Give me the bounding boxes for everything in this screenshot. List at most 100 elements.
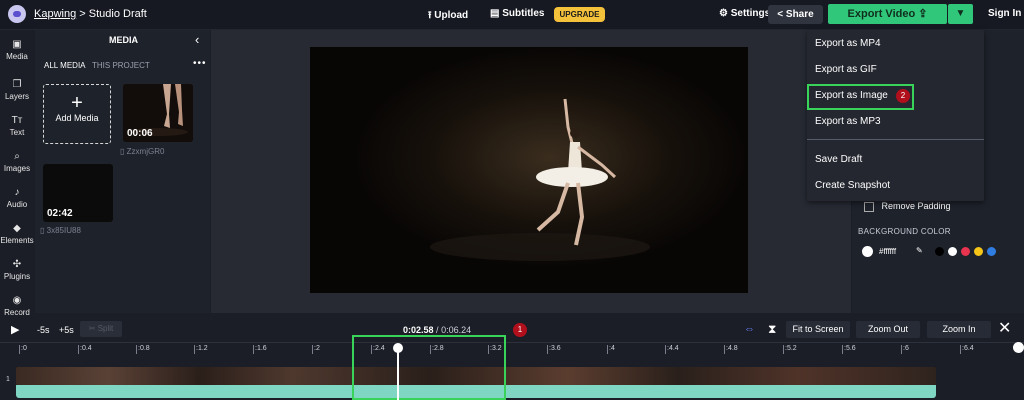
- tick-label: :6.4: [960, 345, 974, 354]
- menu-export-mp4[interactable]: Export as MP4: [815, 38, 881, 49]
- export-upload-icon: ⇪: [918, 8, 928, 20]
- nav-audio-label: Audio: [6, 200, 28, 209]
- project-name[interactable]: Studio Draft: [89, 8, 147, 20]
- record-icon: ◉: [12, 295, 22, 306]
- swatch-blue[interactable]: [987, 247, 996, 256]
- split-button[interactable]: ✂ Split: [80, 321, 122, 337]
- menu-save-draft[interactable]: Save Draft: [815, 154, 862, 165]
- left-nav: ▣ Media ❐ Layers Tт Text ⌕ Images ♪ Audi…: [0, 30, 34, 317]
- share-label: Share: [785, 9, 814, 20]
- media-panel: MEDIA ‹ ALL MEDIA THIS PROJECT ••• + Add…: [35, 30, 210, 313]
- swatch-black[interactable]: [935, 247, 944, 256]
- upload-button[interactable]: ⭱ Upload: [428, 8, 468, 25]
- current-color-swatch[interactable]: [862, 246, 873, 257]
- nav-audio[interactable]: ♪ Audio: [0, 187, 34, 209]
- sign-in-link[interactable]: Sign In: [988, 8, 1021, 19]
- split-label: Split: [97, 324, 114, 333]
- media-thumbnail[interactable]: 00:06: [123, 84, 193, 142]
- brand-link[interactable]: Kapwing: [34, 8, 76, 20]
- nav-images[interactable]: ⌕ Images: [0, 151, 34, 173]
- back-5s-button[interactable]: -5s: [37, 325, 50, 335]
- media-duration: 02:42: [47, 208, 73, 219]
- remove-padding-checkbox[interactable]: Remove Padding: [864, 201, 951, 212]
- tick-label: :2: [312, 345, 320, 354]
- upload-label: Upload: [434, 10, 469, 21]
- video-preview[interactable]: [310, 47, 748, 293]
- menu-export-mp3[interactable]: Export as MP3: [815, 116, 881, 127]
- export-dropdown-menu: Export as MP4 Export as GIF Export as Im…: [807, 30, 984, 201]
- nav-elements-label: Elements: [0, 236, 34, 245]
- collapse-panel-chevron-left-icon[interactable]: ‹: [195, 32, 199, 47]
- swatch-white[interactable]: [948, 247, 957, 256]
- add-media-button[interactable]: + Add Media: [43, 84, 111, 144]
- swatch-yellow[interactable]: [974, 247, 983, 256]
- snap-icon[interactable]: ⇔: [744, 323, 755, 335]
- subtitles-button[interactable]: ▤ Subtitles: [490, 8, 544, 19]
- file-icon: ▯: [40, 226, 45, 235]
- nav-plugins[interactable]: ✣ Plugins: [0, 259, 34, 281]
- shapes-icon: ◆: [13, 223, 21, 234]
- share-button[interactable]: < Share: [768, 5, 823, 24]
- remove-padding-label: Remove Padding: [881, 201, 951, 211]
- media-filename: ▯ 3x85IU88: [40, 226, 81, 235]
- playhead[interactable]: [397, 348, 399, 400]
- nav-text-label: Text: [9, 128, 25, 137]
- tick-label: :0.8: [136, 345, 150, 354]
- zoom-out-button[interactable]: Zoom Out: [856, 321, 920, 338]
- current-time: 0:02.58: [403, 325, 434, 335]
- export-video-button[interactable]: Export Video ⇪: [828, 4, 947, 24]
- fit-to-screen-button[interactable]: Fit to Screen: [786, 321, 850, 338]
- zoom-in-button[interactable]: Zoom In: [927, 321, 991, 338]
- tick-label: :4.4: [665, 345, 679, 354]
- media-duration: 00:06: [127, 128, 153, 139]
- subtitles-icon: ▤: [490, 8, 500, 19]
- search-icon: ⌕: [14, 151, 20, 162]
- timeline-scroll-handle[interactable]: [1013, 342, 1024, 353]
- media-thumbnail[interactable]: 02:42: [43, 164, 113, 222]
- nav-record-label: Record: [4, 308, 30, 317]
- export-dropdown-chevron-icon[interactable]: ▼: [948, 4, 973, 24]
- tick-label: :0.4: [78, 345, 92, 354]
- tab-this-project[interactable]: THIS PROJECT: [92, 61, 150, 70]
- nav-layers[interactable]: ❐ Layers: [0, 79, 34, 101]
- menu-create-snapshot[interactable]: Create Snapshot: [815, 180, 890, 191]
- play-icon[interactable]: ▶: [11, 323, 19, 336]
- step-badge: 2: [896, 89, 910, 103]
- top-bar: Kapwing > Studio Draft ⭱ Upload ▤ Subtit…: [0, 0, 1024, 30]
- background-color-label: BACKGROUND COLOR: [858, 227, 951, 236]
- tab-all-media[interactable]: ALL MEDIA: [44, 61, 86, 70]
- swatch-red[interactable]: [961, 247, 970, 256]
- timeline-track-area: 1: [0, 355, 1024, 400]
- media-panel-title: MEDIA: [109, 35, 138, 45]
- nav-media[interactable]: ▣ Media: [0, 39, 34, 61]
- timeline-ruler[interactable]: :0 :0.4 :0.8 :1.2 :1.6 :2 :2.4 :2.8 :3.2…: [0, 342, 1024, 356]
- playhead-handle[interactable]: [393, 343, 403, 353]
- tick-label: :1.2: [194, 345, 208, 354]
- breadcrumb-separator: >: [79, 8, 86, 20]
- eyedropper-icon[interactable]: ✎: [916, 246, 923, 255]
- gear-icon: ⚙: [719, 8, 728, 19]
- media-filename-text: 3x85IU88: [46, 226, 81, 235]
- tick-label: :6: [901, 345, 909, 354]
- fit-icon[interactable]: ⧗: [768, 322, 776, 337]
- menu-export-gif[interactable]: Export as GIF: [815, 64, 877, 75]
- subtitles-label: Subtitles: [502, 8, 545, 19]
- close-icon[interactable]: ✕: [998, 318, 1011, 338]
- nav-layers-label: Layers: [4, 92, 29, 101]
- kapwing-logo-icon[interactable]: [8, 5, 26, 23]
- color-hex-value[interactable]: #ffffff: [879, 247, 896, 256]
- settings-label: Settings: [730, 8, 771, 19]
- more-options-icon[interactable]: •••: [193, 58, 207, 69]
- track-number: 1: [6, 376, 10, 383]
- nav-record[interactable]: ◉ Record: [0, 295, 34, 317]
- forward-5s-button[interactable]: +5s: [59, 325, 74, 335]
- nav-plugins-label: Plugins: [3, 272, 31, 281]
- tick-label: :3.6: [547, 345, 561, 354]
- settings-button[interactable]: ⚙ Settings: [719, 8, 770, 19]
- nav-text[interactable]: Tт Text: [0, 115, 34, 137]
- playback-controls: ▶ -5s +5s ✂ Split 0:02.58 / 0:06.24 1 ⇔ …: [0, 318, 1024, 342]
- total-time: 0:06.24: [441, 325, 472, 335]
- nav-elements[interactable]: ◆ Elements: [0, 223, 34, 245]
- upgrade-button[interactable]: UPGRADE: [554, 7, 605, 22]
- scissors-icon: ✂: [88, 324, 96, 333]
